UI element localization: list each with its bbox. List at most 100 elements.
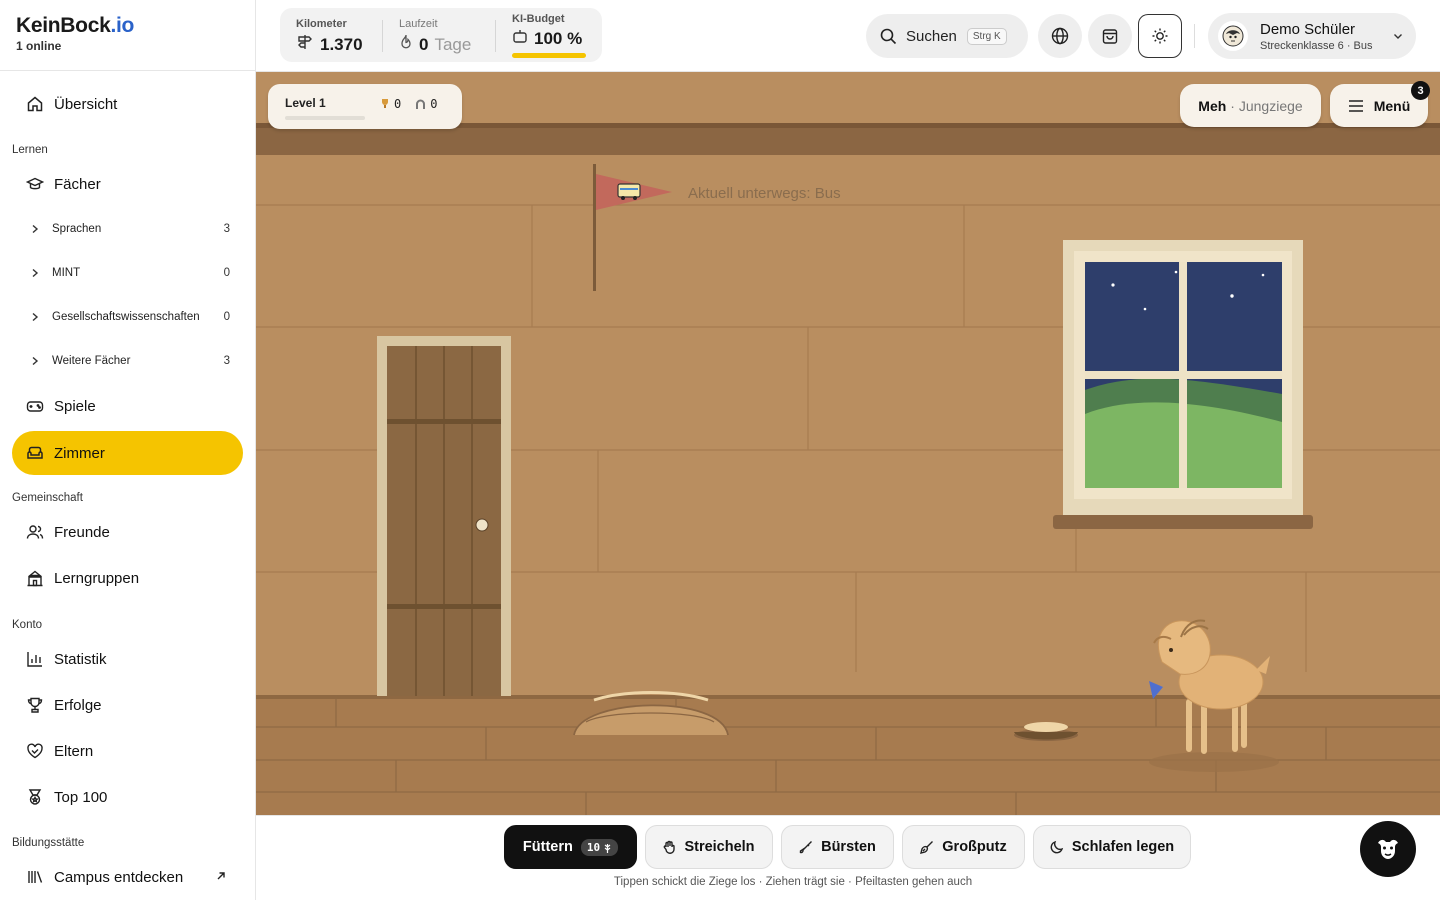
subject-item-mint[interactable]: MINT 0 xyxy=(30,262,230,284)
stat-label: Laufzeit xyxy=(399,18,438,30)
shopping-bag-icon xyxy=(1101,27,1119,45)
sidebar-item-room[interactable]: Zimmer xyxy=(12,431,243,475)
sidebar-item-study-groups[interactable]: Lerngruppen xyxy=(12,556,243,600)
brand-name: KeinBock.io xyxy=(16,14,135,37)
stat-runtime: Laufzeit 0 Tage xyxy=(399,18,471,55)
sidebar-item-overview[interactable]: Übersicht xyxy=(12,82,243,126)
sidebar-item-label: Freunde xyxy=(54,523,110,541)
sleep-button[interactable]: Schlafen legen xyxy=(1033,825,1191,869)
hand-icon xyxy=(663,840,676,854)
sidebar-item-subjects[interactable]: Fächer xyxy=(12,162,243,206)
sidebar-item-label: Statistik xyxy=(54,650,107,668)
action-label: Bürsten xyxy=(821,839,876,855)
sidebar-item-label: Spiele xyxy=(54,397,96,415)
brush-icon xyxy=(799,840,813,854)
action-label: Schlafen legen xyxy=(1071,839,1175,855)
feed-count-badge: 10 xyxy=(580,838,619,856)
sofa-icon xyxy=(26,444,44,462)
goat-room-scene[interactable]: Level 1 0 0 Meh · Jungziege Menü 3 Aktue… xyxy=(256,72,1440,815)
action-bar: Füttern 10 Streicheln Bürsten Großputz S… xyxy=(256,815,1440,900)
level-label: Level 1 xyxy=(285,96,326,110)
theme-toggle-button[interactable] xyxy=(1138,14,1182,58)
robot-icon xyxy=(512,28,528,49)
action-label: Füttern xyxy=(522,839,573,855)
brand-logo[interactable]: KeinBock.io 1 online xyxy=(16,14,134,53)
goat-face-icon xyxy=(1374,837,1402,861)
subject-item-social-sciences[interactable]: Gesellschaftswissenschaften 0 xyxy=(30,306,230,328)
topbar-divider xyxy=(1194,24,1195,48)
section-account: Konto xyxy=(12,619,43,631)
home-icon xyxy=(26,95,44,113)
subject-label: MINT xyxy=(52,267,81,279)
wheat-icon xyxy=(603,842,612,853)
subject-item-languages[interactable]: Sprachen 3 xyxy=(30,218,230,240)
stat-separator xyxy=(495,20,496,52)
sidebar-item-label: Erfolge xyxy=(54,696,102,714)
stat-label: KI-Budget xyxy=(512,13,565,25)
sidebar-item-label: Top 100 xyxy=(54,788,108,806)
external-link-icon xyxy=(215,869,227,886)
sidebar-item-label: Campus entdecken xyxy=(54,868,184,886)
sidebar-item-parents[interactable]: Eltern xyxy=(12,729,243,773)
subject-label: Weitere Fächer xyxy=(52,355,131,367)
action-label: Großputz xyxy=(942,839,1007,855)
chevron-down-icon xyxy=(1392,29,1404,47)
user-menu[interactable]: Demo Schüler Streckenklasse 6 · Bus xyxy=(1208,13,1416,59)
ai-budget-bar xyxy=(512,53,586,58)
stat-value: 100 % xyxy=(534,28,583,48)
horseshoe-icon xyxy=(415,98,426,110)
menu-label: Menü xyxy=(1373,97,1411,114)
subject-count: 3 xyxy=(223,355,230,367)
sidebar-item-campus[interactable]: Campus entdecken xyxy=(12,855,243,899)
section-community: Gemeinschaft xyxy=(12,492,83,504)
chevron-right-icon xyxy=(30,268,44,278)
sidebar-item-friends[interactable]: Freunde xyxy=(12,510,243,554)
sidebar-item-label: Fächer xyxy=(54,175,101,193)
action-label: Streicheln xyxy=(684,839,755,855)
goat-name: Meh xyxy=(1198,97,1227,114)
subject-label: Gesellschaftswissenschaften xyxy=(52,311,200,323)
stats-panel: Kilometer 1.370 Laufzeit 0 Tage KI-Budget… xyxy=(280,8,602,62)
stat-ai-budget: KI-Budget 100 % xyxy=(512,13,582,49)
flame-icon xyxy=(399,34,413,55)
stat-separator xyxy=(382,20,383,52)
library-icon xyxy=(26,868,44,886)
section-learn: Lernen xyxy=(12,144,48,156)
section-education: Bildungsstätte xyxy=(12,837,85,849)
stat-value: 0 xyxy=(419,34,429,54)
subject-label: Sprachen xyxy=(52,223,102,235)
search-shortcut: Strg K xyxy=(966,27,1007,45)
clean-button[interactable]: Großputz xyxy=(902,825,1025,869)
door xyxy=(377,336,511,696)
shop-button[interactable] xyxy=(1088,14,1132,58)
window xyxy=(1053,240,1313,529)
graduation-cap-icon xyxy=(26,175,44,193)
subject-count: 0 xyxy=(223,311,230,323)
sidebar-item-statistics[interactable]: Statistik xyxy=(12,637,243,681)
brush-button[interactable]: Bürsten xyxy=(781,825,894,869)
sidebar-divider xyxy=(0,70,256,71)
goat-assistant-button[interactable] xyxy=(1360,821,1416,877)
goat-name-tag[interactable]: Meh · Jungziege xyxy=(1180,84,1321,127)
user-name: Demo Schüler xyxy=(1260,20,1356,38)
sidebar-item-games[interactable]: Spiele xyxy=(12,384,243,428)
stat-unit: Tage xyxy=(434,34,472,54)
trophy-count: 0 xyxy=(394,97,402,111)
language-button[interactable] xyxy=(1038,14,1082,58)
subject-item-more[interactable]: Weitere Fächer 3 xyxy=(30,350,230,372)
broom-icon xyxy=(920,840,934,854)
feed-button[interactable]: Füttern 10 xyxy=(504,825,637,869)
search-icon xyxy=(880,28,897,45)
online-count: 1 online xyxy=(16,39,62,53)
search-button[interactable]: Suchen Strg K xyxy=(866,14,1028,58)
chevron-right-icon xyxy=(30,312,44,322)
trophy-icon xyxy=(26,696,44,714)
sidebar-item-top100[interactable]: Top 100 xyxy=(12,775,243,819)
controls-hint: Tippen schickt die Ziege los · Ziehen tr… xyxy=(613,876,973,888)
trophy-icon xyxy=(380,98,390,110)
pet-button[interactable]: Streicheln xyxy=(645,825,773,869)
stat-value: 1.370 xyxy=(320,34,363,54)
user-subtitle: Streckenklasse 6 · Bus xyxy=(1260,39,1373,52)
sidebar-item-achievements[interactable]: Erfolge xyxy=(12,683,243,727)
bar-chart-icon xyxy=(26,650,44,668)
